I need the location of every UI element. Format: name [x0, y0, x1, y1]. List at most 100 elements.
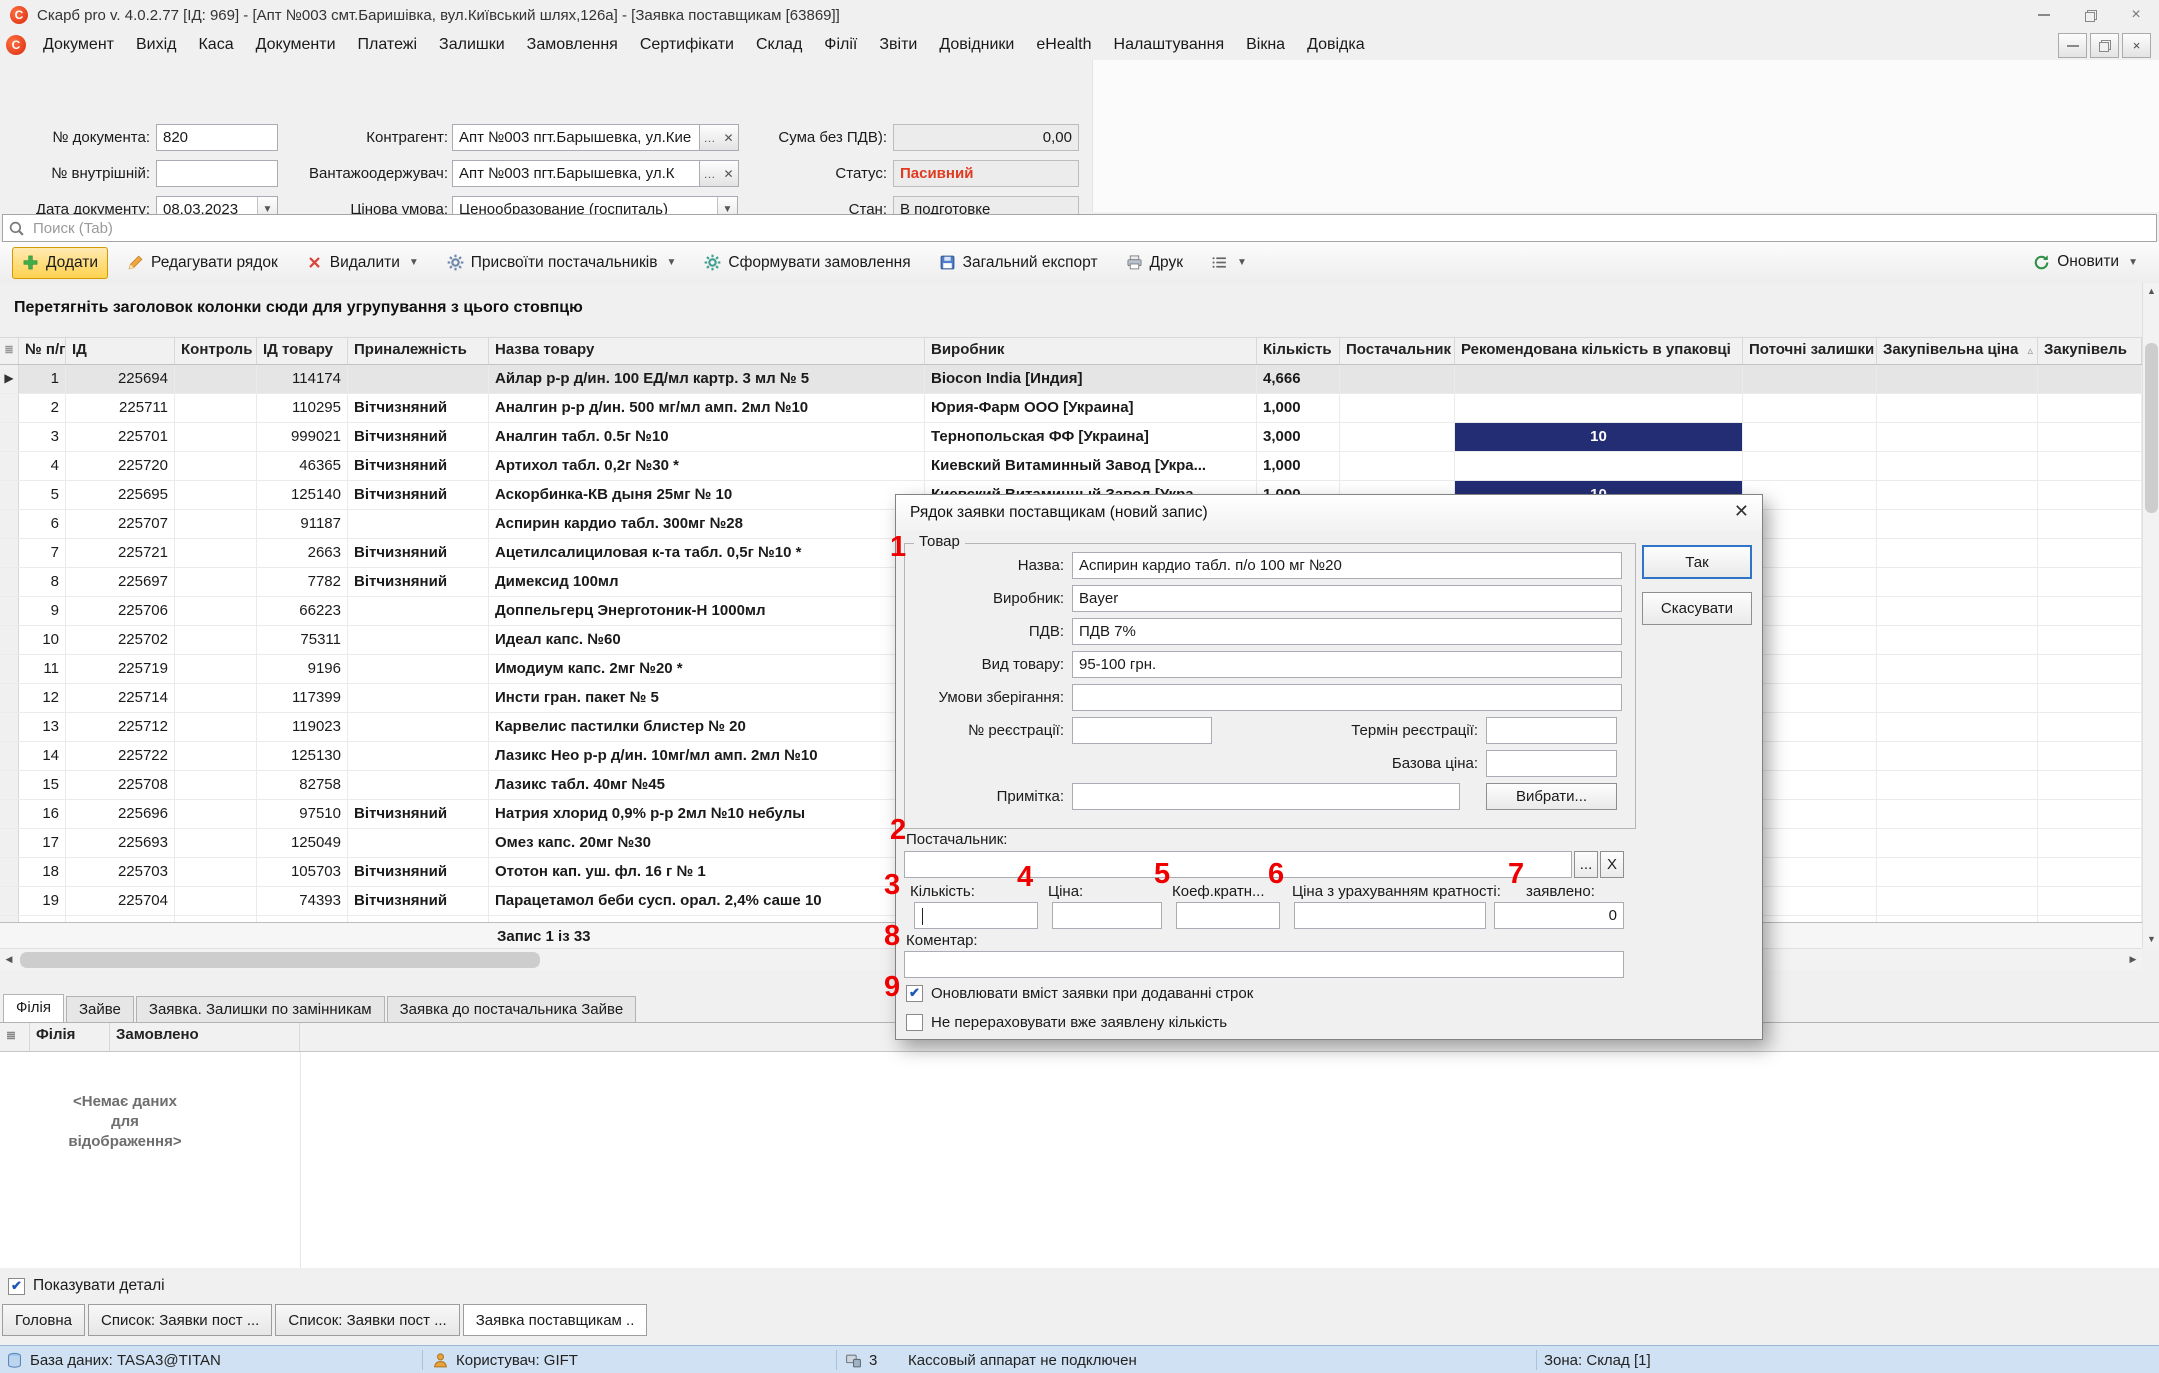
consignee-lookup-icon[interactable]: … — [700, 160, 720, 187]
internal-number-field[interactable] — [156, 160, 278, 187]
mdi-tab-2[interactable]: Список: Заявки пост ... — [88, 1304, 272, 1336]
column-header-zakup_tsina[interactable]: Закупівельна ціна▵ — [1877, 338, 2038, 364]
update-request-checkbox[interactable]: ✔ — [906, 985, 923, 1002]
app-menu-icon[interactable]: С — [6, 35, 26, 55]
column-header-rekomendovana[interactable]: Рекомендована кількість в упаковці — [1455, 338, 1743, 364]
quantity-field[interactable] — [914, 902, 1038, 929]
detail-tab-1[interactable]: Філія — [3, 994, 64, 1022]
show-details-checkbox[interactable]: ✔ — [8, 1278, 25, 1295]
scroll-left-icon[interactable]: ◀ — [0, 949, 18, 971]
vat-field[interactable]: ПДВ 7% — [1072, 618, 1622, 645]
consignee-field[interactable]: Апт №003 пгт.Барышевка, ул.К — [452, 160, 700, 187]
delete-button[interactable]: Видалити▼ — [297, 248, 428, 278]
storage-conditions-field[interactable] — [1072, 684, 1622, 711]
menu-item-5[interactable]: Платежі — [347, 33, 429, 57]
menu-item-2[interactable]: Вихід — [125, 33, 188, 57]
no-recalc-checkbox-row[interactable]: ✔ Не перераховувати вже заявлену кількіс… — [906, 1014, 1227, 1031]
add-button[interactable]: Додати — [12, 247, 108, 279]
menu-item-4[interactable]: Документи — [245, 33, 347, 57]
price-with-multiplicity-field[interactable] — [1294, 902, 1486, 929]
base-price-field[interactable] — [1486, 750, 1617, 777]
column-header-kilkist[interactable]: Кількість — [1257, 338, 1340, 364]
close-icon[interactable]: × — [2113, 0, 2159, 30]
comment-field[interactable] — [904, 951, 1624, 978]
registration-number-field[interactable] — [1072, 717, 1212, 744]
menu-item-8[interactable]: Сертифікати — [629, 33, 745, 57]
mdi-minimize-icon[interactable] — [2058, 33, 2087, 58]
column-header-id[interactable]: ІД — [66, 338, 175, 364]
product-name-field[interactable]: Аспирин кардио табл. п/о 100 мг №20 — [1072, 552, 1622, 579]
detail-tab-2[interactable]: Зайве — [66, 996, 134, 1022]
minimize-icon[interactable] — [2021, 0, 2067, 30]
mdi-close-icon[interactable]: × — [2122, 33, 2151, 58]
mdi-tab-1[interactable]: Головна — [2, 1304, 85, 1336]
search-input[interactable] — [31, 219, 2156, 238]
menu-item-12[interactable]: Довідники — [928, 33, 1025, 57]
doc-number-field[interactable]: 820 — [156, 124, 278, 151]
update-request-checkbox-row[interactable]: ✔ Оновлювати вміст заявки при додаванні … — [906, 985, 1253, 1002]
menu-item-16[interactable]: Довідка — [1296, 33, 1376, 57]
column-header-postachalnyk[interactable]: Постачальник — [1340, 338, 1455, 364]
menu-item-14[interactable]: Налаштування — [1103, 33, 1236, 57]
scroll-up-icon[interactable]: ▲ — [2143, 283, 2159, 300]
detail-col-zamovleno[interactable]: Замовлено — [110, 1023, 300, 1051]
detail-tab-3[interactable]: Заявка. Залишки по замінникам — [136, 996, 385, 1022]
column-header-nazva[interactable]: Назва товару — [489, 338, 925, 364]
menu-item-13[interactable]: eHealth — [1025, 33, 1102, 57]
contractor-lookup-icon[interactable]: … — [700, 124, 720, 151]
menu-item-15[interactable]: Вікна — [1235, 33, 1296, 57]
table-row[interactable]: 2225711110295ВітчизнянийАналгин р-р д/ин… — [0, 394, 2142, 423]
supplier-clear-button[interactable]: X — [1600, 851, 1624, 878]
table-row[interactable]: 3225701999021ВітчизнянийАналгин табл. 0.… — [0, 423, 2142, 452]
dialog-title-bar[interactable]: Рядок заявки поставщикам (новий запис) ✕ — [896, 495, 1762, 531]
column-header-kontrol[interactable]: Контроль — [175, 338, 257, 364]
price-field[interactable] — [1052, 902, 1162, 929]
column-header-id_tovaru[interactable]: ІД товару — [257, 338, 348, 364]
list-options-button[interactable]: ▼ — [1202, 248, 1256, 278]
menu-item-9[interactable]: Склад — [745, 33, 813, 57]
menu-item-3[interactable]: Каса — [187, 33, 244, 57]
column-header-zakup2[interactable]: Закупівель — [2038, 338, 2142, 364]
group-by-panel[interactable]: Перетягніть заголовок колонки сюди для у… — [0, 283, 2142, 337]
column-header-vyrobnyk[interactable]: Виробник — [925, 338, 1257, 364]
menu-item-6[interactable]: Залишки — [428, 33, 516, 57]
supplier-lookup-button[interactable]: ... — [1574, 851, 1598, 878]
consignee-clear-icon[interactable]: ✕ — [719, 160, 739, 187]
mdi-restore-icon[interactable] — [2090, 33, 2119, 58]
cancel-button[interactable]: Скасувати — [1642, 592, 1752, 625]
vertical-scroll-thumb[interactable] — [2145, 343, 2158, 513]
table-row[interactable]: 422572046365ВітчизнянийАртихол табл. 0,2… — [0, 452, 2142, 481]
menu-item-7[interactable]: Замовлення — [516, 33, 629, 57]
mdi-tab-3[interactable]: Список: Заявки пост ... — [275, 1304, 459, 1336]
menu-item-11[interactable]: Звіти — [868, 33, 928, 57]
assign-suppliers-button[interactable]: Присвоїти постачальників▼ — [438, 248, 686, 278]
scroll-down-icon[interactable]: ▼ — [2143, 931, 2159, 948]
choose-button[interactable]: Вибрати... — [1486, 783, 1617, 810]
column-header-prynaleznist[interactable]: Приналежність — [348, 338, 489, 364]
table-row[interactable]: ▶1225694114174Айлар р-р д/ин. 100 ЕД/мл … — [0, 365, 2142, 394]
dialog-close-icon[interactable]: ✕ — [1734, 501, 1749, 522]
vertical-scrollbar[interactable]: ▲ ▼ — [2142, 283, 2159, 948]
registration-term-field[interactable] — [1486, 717, 1617, 744]
menu-item-1[interactable]: Документ — [32, 33, 125, 57]
supplier-field[interactable] — [904, 851, 1572, 878]
ok-button[interactable]: Так — [1642, 545, 1752, 579]
no-recalc-checkbox[interactable]: ✔ — [906, 1014, 923, 1031]
print-button[interactable]: Друк — [1117, 248, 1192, 278]
product-kind-field[interactable]: 95-100 грн. — [1072, 651, 1622, 678]
edit-row-button[interactable]: Редагувати рядок — [118, 248, 287, 278]
restore-icon[interactable] — [2067, 0, 2113, 30]
column-header-ind[interactable]: ≣ — [0, 338, 19, 364]
refresh-button[interactable]: Оновити▼ — [2024, 247, 2147, 277]
scroll-right-icon[interactable]: ▶ — [2124, 949, 2142, 971]
show-details-toggle[interactable]: ✔ Показувати деталі — [8, 1274, 165, 1298]
mdi-tab-4[interactable]: Заявка поставщикам .. — [463, 1304, 648, 1336]
horizontal-scroll-thumb[interactable] — [20, 952, 540, 968]
detail-tab-4[interactable]: Заявка до постачальника Зайве — [387, 996, 637, 1022]
form-order-button[interactable]: Сформувати замовлення — [695, 248, 919, 278]
detail-col-filia[interactable]: Філія — [30, 1023, 110, 1051]
general-export-button[interactable]: Загальний експорт — [930, 248, 1107, 278]
contractor-clear-icon[interactable]: ✕ — [719, 124, 739, 151]
note-field[interactable] — [1072, 783, 1460, 810]
multiplicity-coef-field[interactable] — [1176, 902, 1280, 929]
